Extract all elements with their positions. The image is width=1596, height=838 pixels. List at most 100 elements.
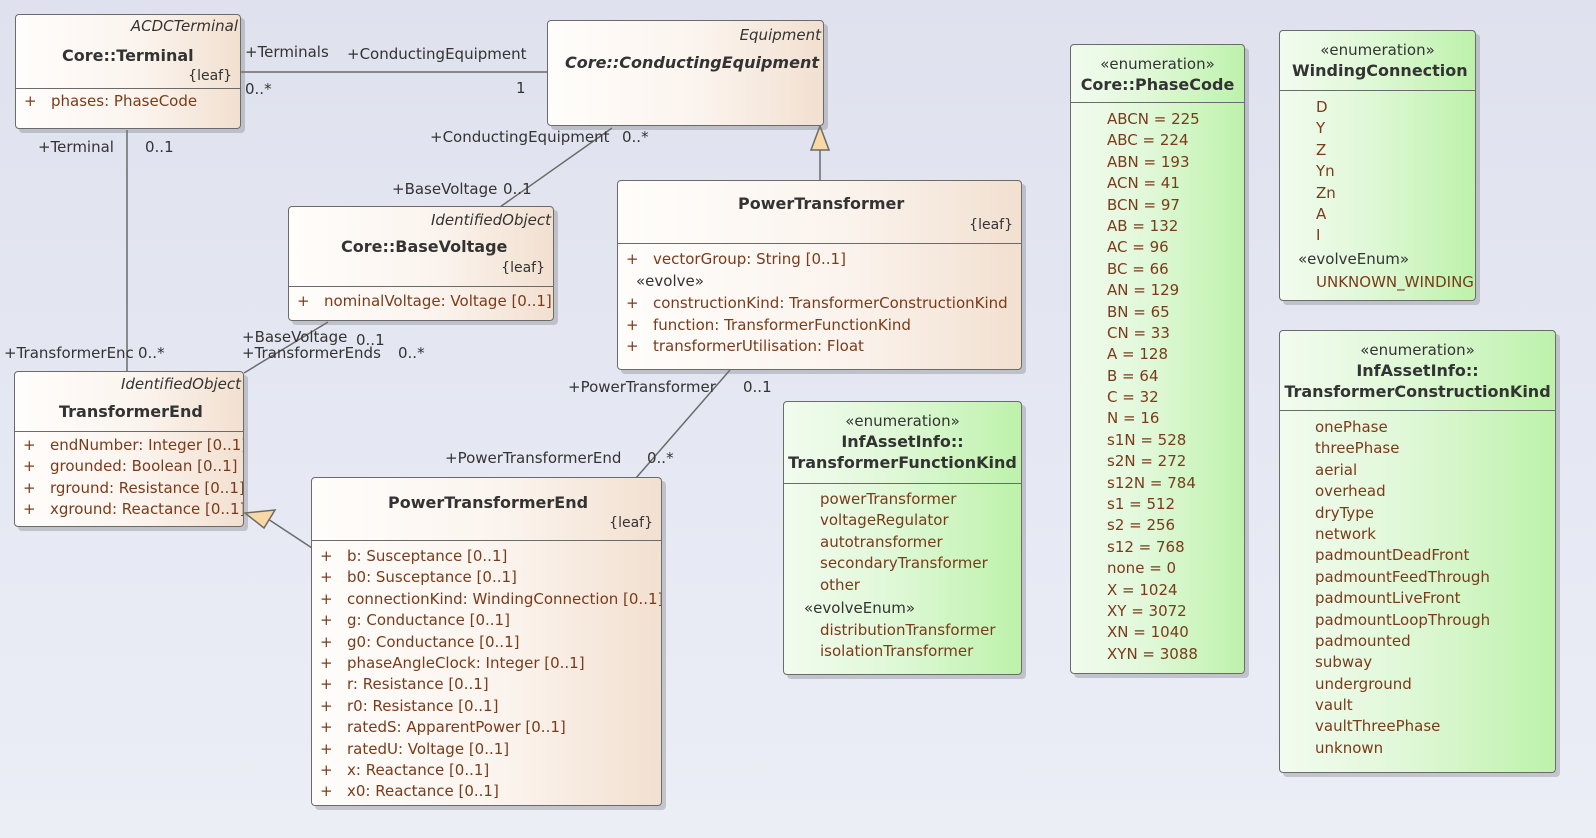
- enum-literal[interactable]: N = 16: [1107, 408, 1244, 429]
- enum-literal[interactable]: dryType: [1315, 503, 1555, 524]
- attribute-row[interactable]: + function: TransformerFunctionKind: [618, 315, 1021, 336]
- attribute-row[interactable]: + r0: Resistance [0..1]: [312, 696, 661, 717]
- attribute-row[interactable]: + b: Susceptance [0..1]: [312, 546, 661, 567]
- enum-literal[interactable]: XY = 3072: [1107, 601, 1244, 622]
- enum-literal[interactable]: ABN = 193: [1107, 152, 1244, 173]
- enum-literal[interactable]: underground: [1315, 674, 1555, 695]
- enum-literal[interactable]: padmounted: [1315, 631, 1555, 652]
- attribute-row[interactable]: + xground: Reactance [0..1]: [15, 499, 243, 520]
- enum-literal[interactable]: padmountDeadFront: [1315, 545, 1555, 566]
- enum-literal[interactable]: UNKNOWN_WINDING: [1316, 272, 1475, 293]
- enum-literal[interactable]: ABC = 224: [1107, 130, 1244, 151]
- enum-winding-connection[interactable]: «enumeration» WindingConnection D Y Z Yn Zn A…: [1279, 30, 1476, 301]
- enum-literal[interactable]: BC = 66: [1107, 259, 1244, 280]
- enum-literal[interactable]: voltageRegulator: [820, 510, 1021, 531]
- visibility-public-icon: +: [320, 782, 333, 801]
- enum-transformer-function-kind[interactable]: «enumeration» InfAssetInfo:: Transformer…: [783, 401, 1022, 675]
- attribute-row[interactable]: + ratedS: ApparentPower [0..1]: [312, 717, 661, 738]
- attribute-row[interactable]: + r: Resistance [0..1]: [312, 674, 661, 695]
- enum-stereotype: «enumeration»: [1320, 41, 1435, 59]
- enum-phase-code[interactable]: «enumeration» Core::PhaseCode ABCN = 225…: [1070, 44, 1245, 674]
- enum-literal[interactable]: AB = 132: [1107, 216, 1244, 237]
- enum-literal[interactable]: D: [1316, 97, 1475, 118]
- enum-literal[interactable]: padmountLiveFront: [1315, 588, 1555, 609]
- enum-literal[interactable]: C = 32: [1107, 387, 1244, 408]
- attribute-row[interactable]: + g0: Conductance [0..1]: [312, 632, 661, 653]
- enum-literal[interactable]: ACN = 41: [1107, 173, 1244, 194]
- attribute-row[interactable]: + endNumber: Integer [0..1]: [15, 435, 243, 456]
- enum-literal[interactable]: XYN = 3088: [1107, 644, 1244, 665]
- class-base-voltage[interactable]: IdentifiedObject Core::BaseVoltage {leaf…: [288, 206, 554, 321]
- enum-literal[interactable]: Y: [1316, 118, 1475, 139]
- enum-literal[interactable]: onePhase: [1315, 417, 1555, 438]
- enum-literal[interactable]: isolationTransformer: [820, 641, 1021, 662]
- enum-literal[interactable]: Z: [1316, 140, 1475, 161]
- class-modifier: {leaf}: [969, 217, 1013, 233]
- attribute-row[interactable]: + connectionKind: WindingConnection [0..1…: [312, 589, 661, 610]
- attribute-row[interactable]: + phaseAngleClock: Integer [0..1]: [312, 653, 661, 674]
- attribute-row[interactable]: + grounded: Boolean [0..1]: [15, 456, 243, 477]
- attribute-row[interactable]: + phases: PhaseCode: [16, 91, 240, 112]
- enum-literal[interactable]: vault: [1315, 695, 1555, 716]
- enum-transformer-construction-kind[interactable]: «enumeration» InfAssetInfo:: Transformer…: [1279, 330, 1556, 773]
- attribute-row[interactable]: + nominalVoltage: Voltage [0..1]: [289, 291, 553, 312]
- attribute-row[interactable]: + x0: Reactance [0..1]: [312, 781, 661, 802]
- attribute-row[interactable]: + x: Reactance [0..1]: [312, 760, 661, 781]
- enum-literal[interactable]: threePhase: [1315, 438, 1555, 459]
- enum-literal[interactable]: none = 0: [1107, 558, 1244, 579]
- enum-literal[interactable]: s12N = 784: [1107, 473, 1244, 494]
- enum-literal[interactable]: aerial: [1315, 460, 1555, 481]
- role-conductingequipment-top: +ConductingEquipment: [347, 45, 527, 63]
- enum-literal[interactable]: s2 = 256: [1107, 515, 1244, 536]
- enum-literal[interactable]: CN = 33: [1107, 323, 1244, 344]
- enum-literal[interactable]: s2N = 272: [1107, 451, 1244, 472]
- enum-literal[interactable]: vaultThreePhase: [1315, 716, 1555, 737]
- role-conductingequipment-bv: +ConductingEquipment: [430, 128, 610, 146]
- enum-literal[interactable]: s12 = 768: [1107, 537, 1244, 558]
- enum-literal[interactable]: BN = 65: [1107, 302, 1244, 323]
- attribute-row[interactable]: + constructionKind: TransformerConstructi…: [618, 293, 1021, 314]
- class-power-transformer[interactable]: PowerTransformer {leaf} + vectorGroup: St…: [617, 180, 1022, 370]
- enum-literal[interactable]: ABCN = 225: [1107, 109, 1244, 130]
- enum-literal[interactable]: overhead: [1315, 481, 1555, 502]
- enum-literal[interactable]: A: [1316, 204, 1475, 225]
- enum-literal[interactable]: secondaryTransformer: [820, 553, 1021, 574]
- attribute-row[interactable]: + ratedU: Voltage [0..1]: [312, 739, 661, 760]
- enum-literal[interactable]: Yn: [1316, 161, 1475, 182]
- enum-literal[interactable]: distributionTransformer: [820, 620, 1021, 641]
- enum-literal[interactable]: subway: [1315, 652, 1555, 673]
- enum-literal[interactable]: autotransformer: [820, 532, 1021, 553]
- enum-literal[interactable]: powerTransformer: [820, 489, 1021, 510]
- enum-literal[interactable]: Zn: [1316, 183, 1475, 204]
- enum-literal[interactable]: I: [1316, 225, 1475, 246]
- attribute-row[interactable]: + b0: Susceptance [0..1]: [312, 567, 661, 588]
- attribute-row[interactable]: + g: Conductance [0..1]: [312, 610, 661, 631]
- enum-literal[interactable]: unknown: [1315, 738, 1555, 759]
- attribute-row[interactable]: + transformerUtilisation: Float: [618, 336, 1021, 357]
- enum-literal[interactable]: AC = 96: [1107, 237, 1244, 258]
- enum-literal[interactable]: AN = 129: [1107, 280, 1244, 301]
- generalization-arrow-transformerend: [243, 509, 277, 530]
- class-conducting-equipment[interactable]: Equipment Core::ConductingEquipment: [547, 20, 824, 126]
- attribute-text: r: Resistance [0..1]: [347, 675, 489, 694]
- mult-conductingequipment-bv: 0..*: [622, 128, 649, 146]
- attribute-list: + phases: PhaseCode: [16, 89, 240, 112]
- class-terminal[interactable]: ACDCTerminal Core::Terminal {leaf} + phas…: [15, 14, 241, 129]
- attribute-row[interactable]: + rground: Resistance [0..1]: [15, 478, 243, 499]
- enum-literal[interactable]: other: [820, 575, 1021, 596]
- enum-literal[interactable]: B = 64: [1107, 366, 1244, 387]
- enum-literal[interactable]: BCN = 97: [1107, 195, 1244, 216]
- enum-literal[interactable]: XN = 1040: [1107, 622, 1244, 643]
- enum-literal[interactable]: s1N = 528: [1107, 430, 1244, 451]
- generalization-powertransformerend[interactable]: [267, 518, 313, 549]
- attribute-row[interactable]: + vectorGroup: String [0..1]: [618, 249, 1021, 270]
- attribute-text: ratedU: Voltage [0..1]: [347, 739, 510, 758]
- enum-literal[interactable]: padmountLoopThrough: [1315, 610, 1555, 631]
- enum-literal[interactable]: s1 = 512: [1107, 494, 1244, 515]
- class-transformer-end[interactable]: IdentifiedObject TransformerEnd + endNumb…: [14, 371, 244, 527]
- class-power-transformer-end[interactable]: PowerTransformerEnd {leaf} + b: Susceptan…: [311, 477, 662, 806]
- enum-literal[interactable]: padmountFeedThrough: [1315, 567, 1555, 588]
- enum-literal[interactable]: A = 128: [1107, 344, 1244, 365]
- enum-literal[interactable]: network: [1315, 524, 1555, 545]
- enum-literal[interactable]: X = 1024: [1107, 580, 1244, 601]
